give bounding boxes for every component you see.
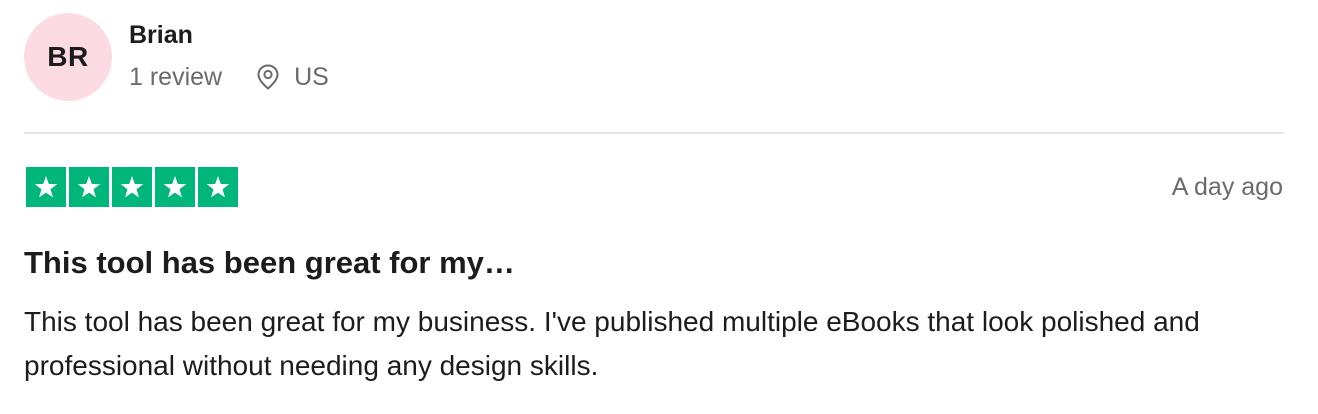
star-icon (163, 175, 187, 198)
star-4 (155, 167, 195, 207)
avatar-initials: BR (47, 41, 89, 72)
avatar[interactable]: BR (24, 13, 112, 101)
star-icon (206, 175, 230, 198)
star-1 (26, 167, 66, 207)
map-pin-icon (256, 64, 280, 90)
review-count: 1 review (129, 63, 223, 91)
star-2 (69, 167, 109, 207)
reviewer-name[interactable]: Brian (129, 21, 329, 49)
review-title[interactable]: This tool has been great for my… (24, 245, 515, 281)
divider (24, 132, 1284, 134)
review-card: BR Brian 1 review US A day ago This tool… (0, 0, 1318, 414)
reviewer-header: BR Brian 1 review US (24, 13, 329, 103)
reviewer-meta: 1 review US (129, 63, 329, 91)
review-date: A day ago (1171, 173, 1283, 201)
location-label: US (294, 63, 329, 91)
star-icon (120, 175, 144, 198)
star-icon (34, 175, 58, 198)
review-body: This tool has been great for my business… (24, 306, 1200, 381)
reviewer-info: Brian 1 review US (129, 13, 329, 91)
reviewer-location: US (256, 63, 329, 91)
star-3 (112, 167, 152, 207)
star-rating (26, 167, 238, 207)
star-icon (77, 175, 101, 198)
star-5 (198, 167, 238, 207)
